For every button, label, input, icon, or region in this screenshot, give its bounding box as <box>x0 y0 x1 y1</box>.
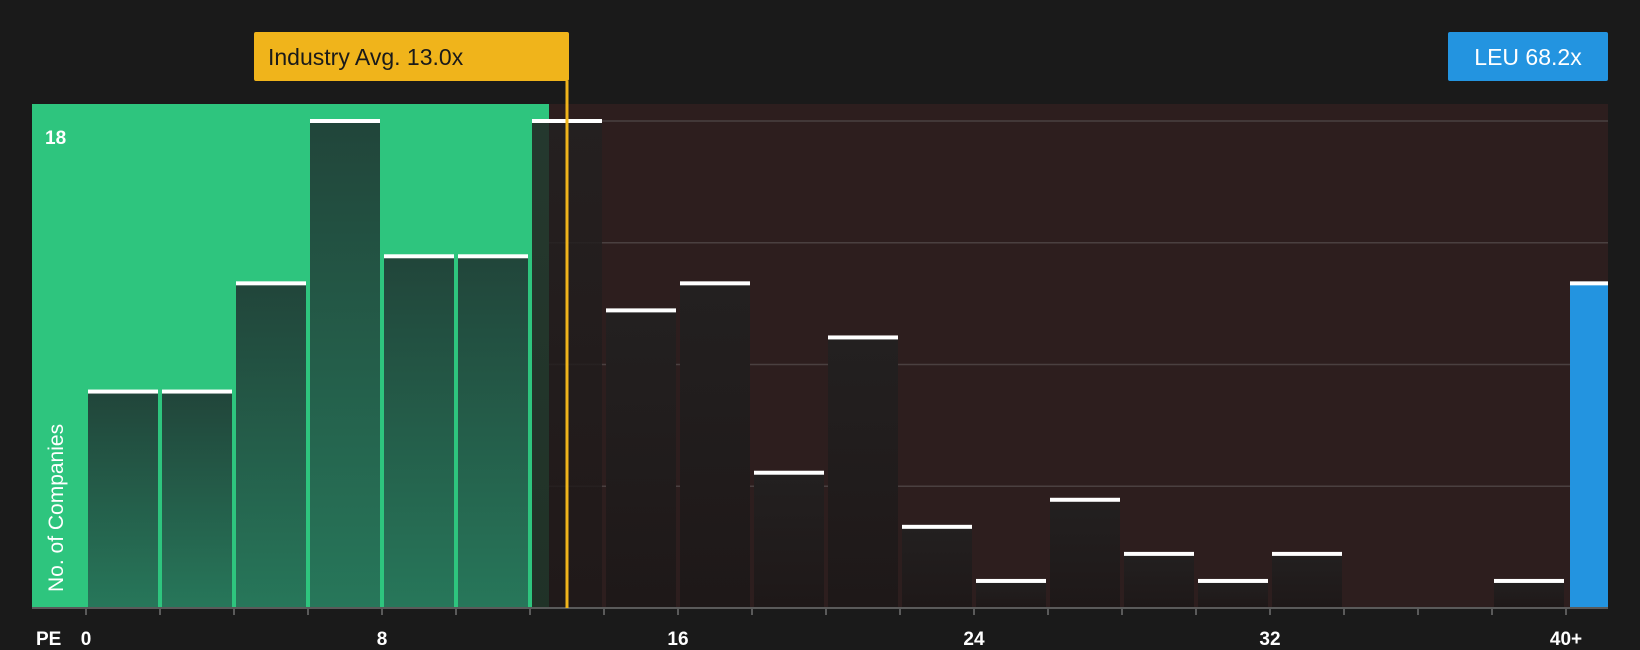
histogram-bar-14 <box>1124 553 1194 608</box>
histogram-bar-cap-5 <box>458 254 528 259</box>
histogram-bar-4 <box>384 256 454 608</box>
histogram-bar-cap-14 <box>1124 551 1194 556</box>
histogram-bar-12 <box>976 580 1046 608</box>
histogram-bar-1 <box>162 391 232 608</box>
histogram-bar-5 <box>458 256 528 608</box>
histogram-bar-cap-8 <box>680 281 750 286</box>
histogram-bar-cap-10 <box>828 335 898 340</box>
histogram-bar-19 <box>1494 580 1564 608</box>
histogram-bar-cap-9 <box>754 470 824 475</box>
histogram-bar-16 <box>1272 553 1342 608</box>
histogram-bar-cap-19 <box>1494 578 1564 583</box>
industry-avg-callout: Industry Avg. 13.0x <box>254 32 569 81</box>
company-pe-label: LEU 68.2x <box>1474 44 1582 70</box>
histogram-bar-cap-0 <box>88 389 158 394</box>
histogram-bar-cap-7 <box>606 308 676 313</box>
histogram-bar-cap-13 <box>1050 497 1120 502</box>
histogram-bar-cap-2 <box>236 281 306 286</box>
company-callout: LEU 68.2x <box>1448 32 1608 81</box>
histogram-bar-cap-1 <box>162 389 232 394</box>
pe-histogram-chart: 0 8 16 24 32 40+ 18 No. of Companies PE Indus… <box>0 0 1640 650</box>
histogram-bar-cap-3 <box>310 119 380 123</box>
x-axis-title: PE <box>36 629 61 650</box>
industry-avg-label: Industry Avg. 13.0x <box>268 44 464 70</box>
histogram-bar-2 <box>236 283 306 608</box>
histogram-bar-9 <box>754 472 824 608</box>
y-axis-top-tick-label: 18 <box>45 128 66 149</box>
histogram-bar-cap-11 <box>902 524 972 529</box>
x-tick-label-2: 16 <box>667 629 688 650</box>
histogram-bar-7 <box>606 310 676 608</box>
histogram-bar-0 <box>88 391 158 608</box>
histogram-bar-13 <box>1050 499 1120 608</box>
histogram-bar-10 <box>828 337 898 608</box>
company-bar-cap <box>1570 281 1608 286</box>
x-tick-label-5: 40+ <box>1550 629 1582 650</box>
histogram-bar-cap-16 <box>1272 551 1342 556</box>
histogram-bar-15 <box>1198 580 1268 608</box>
histogram-bar-3 <box>310 121 380 608</box>
x-tick-label-3: 24 <box>963 629 985 650</box>
histogram-bar-cap-15 <box>1198 578 1268 583</box>
histogram-bar-8 <box>680 283 750 608</box>
x-tick-label-4: 32 <box>1259 629 1280 650</box>
x-tick-label-1: 8 <box>377 629 388 650</box>
histogram-bar-cap-4 <box>384 254 454 259</box>
company-bar <box>1570 283 1608 608</box>
y-axis-title: No. of Companies <box>45 424 68 592</box>
x-tick-label-0: 0 <box>81 629 92 650</box>
histogram-bar-11 <box>902 526 972 608</box>
histogram-bar-cap-12 <box>976 578 1046 583</box>
